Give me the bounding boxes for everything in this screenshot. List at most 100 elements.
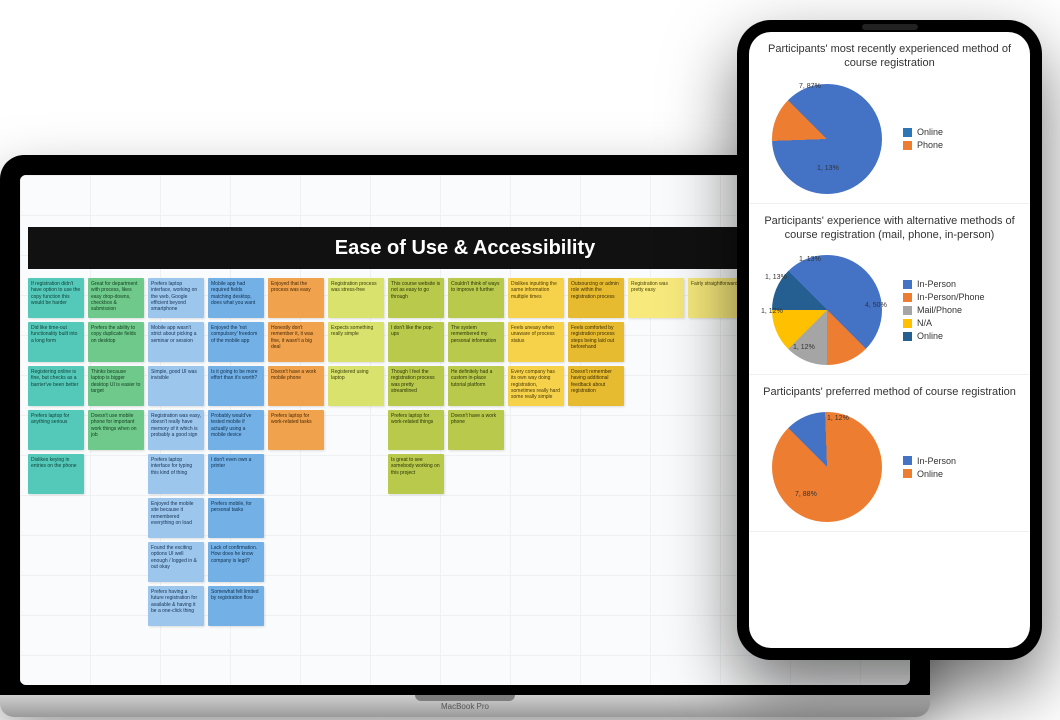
chart-legend: Online Phone bbox=[903, 124, 943, 153]
pie-chart bbox=[772, 84, 882, 194]
legend-label: Phone bbox=[917, 140, 943, 150]
legend-item: Phone bbox=[903, 140, 943, 150]
sticky-note[interactable]: Probably would've tested mobile if actua… bbox=[208, 410, 264, 450]
legend-swatch bbox=[903, 306, 912, 315]
sticky-note[interactable]: Doesn't use mobile phone for important w… bbox=[88, 410, 144, 450]
sticky-note[interactable]: Registering online is fine, but checks a… bbox=[28, 366, 84, 406]
legend-item: In-Person/Phone bbox=[903, 292, 985, 302]
sticky-note[interactable]: Prefers mobile, for personal tasks bbox=[208, 498, 264, 538]
chart-row: 4, 50%1, 12%1, 12%1, 13%1, 13%In-PersonI… bbox=[757, 250, 1022, 370]
pie-wrap: 1, 12%7, 88% bbox=[757, 407, 897, 527]
sticky-note[interactable]: Prefers the ability to copy duplicate fi… bbox=[88, 322, 144, 362]
chart-block: Participants' experience with alternativ… bbox=[749, 204, 1030, 376]
legend-swatch bbox=[903, 319, 912, 328]
legend-label: Online bbox=[917, 469, 943, 479]
sticky-note[interactable]: Dislikes inputting the same information … bbox=[508, 278, 564, 318]
sticky-note[interactable]: Great for department with process, likes… bbox=[88, 278, 144, 318]
sticky-note[interactable]: Prefers laptop for work-related things bbox=[388, 410, 444, 450]
legend-swatch bbox=[903, 456, 912, 465]
sticky-column: Fairly straightforward bbox=[688, 278, 744, 318]
sticky-note[interactable]: Registration was pretty easy bbox=[628, 278, 684, 318]
pie-slice-label: 1, 12% bbox=[793, 344, 815, 351]
chart-row: 7, 87%1, 13% Online Phone bbox=[757, 79, 1022, 199]
pie-slice-label: 4, 50% bbox=[865, 302, 887, 309]
sticky-column: Registration was pretty easy bbox=[628, 278, 684, 318]
sticky-note[interactable]: Feels comforted by registration process … bbox=[568, 322, 624, 362]
sticky-note[interactable]: Expects something really simple bbox=[328, 322, 384, 362]
laptop-base: MacBook Pro bbox=[0, 695, 930, 717]
pie-wrap: 4, 50%1, 12%1, 12%1, 13%1, 13% bbox=[757, 250, 897, 370]
trackpad-notch bbox=[415, 695, 515, 701]
sticky-note[interactable]: Dislikes keying in entries on the phone bbox=[28, 454, 84, 494]
sticky-note[interactable]: Mobile app had required fields matching … bbox=[208, 278, 264, 318]
pie-slice-label: 1, 12% bbox=[827, 415, 849, 422]
sticky-column: This course website is not as easy to go… bbox=[388, 278, 444, 494]
sticky-note[interactable]: Enjoyed the 'not compulsory' freedom of … bbox=[208, 322, 264, 362]
sticky-note[interactable]: Though I feel the registration process w… bbox=[388, 366, 444, 406]
sticky-note[interactable]: The system remembered my personal inform… bbox=[448, 322, 504, 362]
legend-label: Mail/Phone bbox=[917, 305, 962, 315]
sticky-note[interactable]: Doesn't have a work phone bbox=[448, 410, 504, 450]
sticky-note[interactable]: Is it going to be more effort than it's … bbox=[208, 366, 264, 406]
legend-item: In-Person bbox=[903, 279, 985, 289]
sticky-note[interactable]: Feels uneasy when unaware of process sta… bbox=[508, 322, 564, 362]
legend-swatch bbox=[903, 128, 912, 137]
sticky-note[interactable]: I don't like the pop-ups bbox=[388, 322, 444, 362]
legend-item: In-Person bbox=[903, 456, 956, 466]
legend-label: In-Person bbox=[917, 279, 956, 289]
sticky-note[interactable]: Mobile app wasn't strict about picking a… bbox=[148, 322, 204, 362]
sticky-note[interactable]: Enjoyed the mobile site because it remem… bbox=[148, 498, 204, 538]
sticky-note[interactable]: Simple, good UI was invisible bbox=[148, 366, 204, 406]
sticky-note[interactable]: He definitely had a custom in-place tuto… bbox=[448, 366, 504, 406]
sticky-note[interactable]: I don't even own a printer bbox=[208, 454, 264, 494]
sticky-column: Dislikes inputting the same information … bbox=[508, 278, 564, 406]
sticky-note[interactable]: Prefers laptop for anything serious bbox=[28, 410, 84, 450]
sticky-note[interactable]: Found the exciting options UI well enoug… bbox=[148, 542, 204, 582]
sticky-note[interactable]: Registration was easy, doesn't really ha… bbox=[148, 410, 204, 450]
legend-label: In-Person/Phone bbox=[917, 292, 985, 302]
chart-title: Participants' experience with alternativ… bbox=[757, 214, 1022, 243]
board-title: Ease of Use & Accessibility bbox=[335, 237, 596, 260]
phone-report: Participants' most recently experienced … bbox=[749, 32, 1030, 648]
chart-title: Participants' most recently experienced … bbox=[757, 42, 1022, 71]
legend-label: Online bbox=[917, 127, 943, 137]
sticky-column: Prefers laptop interface, working on the… bbox=[148, 278, 204, 626]
sticky-note[interactable]: Enjoyed that the process was easy bbox=[268, 278, 324, 318]
sticky-note[interactable]: Fairly straightforward bbox=[688, 278, 744, 318]
chart-block: Participants' preferred method of course… bbox=[749, 375, 1030, 532]
sticky-note[interactable]: Doesn't have a work mobile phone bbox=[268, 366, 324, 406]
sticky-note[interactable]: Did like time-out functionality built in… bbox=[28, 322, 84, 362]
sticky-note[interactable]: Thinks because laptop is bigger desktop … bbox=[88, 366, 144, 406]
pie-slice-label: 7, 87% bbox=[799, 83, 821, 90]
sticky-note[interactable]: Prefers laptop interface for typing this… bbox=[148, 454, 204, 494]
chart-title: Participants' preferred method of course… bbox=[757, 385, 1022, 399]
phone-screen: Participants' most recently experienced … bbox=[749, 32, 1030, 648]
sticky-note[interactable]: Prefers laptop interface, working on the… bbox=[148, 278, 204, 318]
pie-wrap: 7, 87%1, 13% bbox=[757, 79, 897, 199]
sticky-column: Registration process was stress-freeExpe… bbox=[328, 278, 384, 406]
sticky-note[interactable]: Registered using laptop bbox=[328, 366, 384, 406]
sticky-column: Great for department with process, likes… bbox=[88, 278, 144, 450]
composite-mockup: Ease of Use & Accessibility If registrat… bbox=[0, 0, 1060, 720]
legend-item: Mail/Phone bbox=[903, 305, 985, 315]
legend-swatch bbox=[903, 469, 912, 478]
sticky-note[interactable]: Couldn't think of ways to improve it fur… bbox=[448, 278, 504, 318]
sticky-note[interactable]: Doesn't remember having additional feedb… bbox=[568, 366, 624, 406]
legend-item: Online bbox=[903, 331, 985, 341]
sticky-note[interactable]: Prefers having a future registration for… bbox=[148, 586, 204, 626]
sticky-note[interactable]: Lack of confirmation. How does he know c… bbox=[208, 542, 264, 582]
legend-label: N/A bbox=[917, 318, 932, 328]
sticky-note[interactable]: Prefers laptop for work-related tasks bbox=[268, 410, 324, 450]
sticky-note[interactable]: Outsourcing or admin role within the reg… bbox=[568, 278, 624, 318]
sticky-note[interactable]: This course website is not as easy to go… bbox=[388, 278, 444, 318]
sticky-note[interactable]: Honestly don't remember it, it was fine,… bbox=[268, 322, 324, 362]
sticky-note[interactable]: If registration didn't have option to us… bbox=[28, 278, 84, 318]
pie-chart bbox=[772, 255, 882, 365]
legend-label: Online bbox=[917, 331, 943, 341]
sticky-note[interactable]: Somewhat felt limited by registration fl… bbox=[208, 586, 264, 626]
sticky-note[interactable]: Is great to see somebody working on this… bbox=[388, 454, 444, 494]
sticky-note[interactable]: Every company has its own way doing regi… bbox=[508, 366, 564, 406]
legend-swatch bbox=[903, 280, 912, 289]
chart-row: 1, 12%7, 88% In-Person Online bbox=[757, 407, 1022, 527]
sticky-note[interactable]: Registration process was stress-free bbox=[328, 278, 384, 318]
